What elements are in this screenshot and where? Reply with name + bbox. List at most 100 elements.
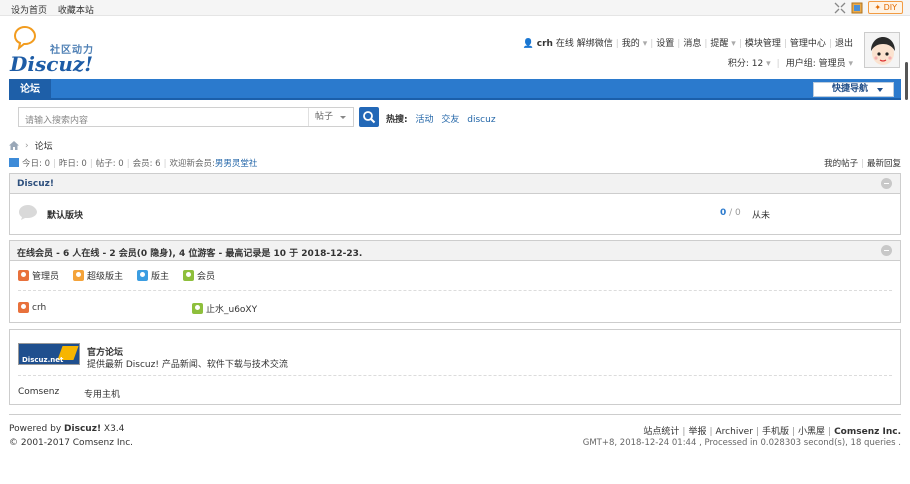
top-left-links: 设为首页 收藏本站 xyxy=(11,3,102,16)
member-user-icon xyxy=(183,270,195,281)
online-user[interactable]: crh xyxy=(18,302,46,313)
unbind-wechat-link[interactable]: 解绑微信 xyxy=(577,39,613,49)
discuz-net-banner[interactable]: Discuz.net xyxy=(18,343,80,365)
legend-item: 管理员 xyxy=(18,269,59,282)
legend-label: 管理员 xyxy=(32,272,60,282)
admin-center-link[interactable]: 管理中心 xyxy=(790,39,826,49)
page-scrollbar[interactable] xyxy=(903,62,910,102)
bookmark-link[interactable]: 收藏本站 xyxy=(58,6,94,16)
company-link[interactable]: Comsenz Inc. xyxy=(834,427,901,437)
forum-name-link[interactable]: 默认版块 xyxy=(47,208,83,221)
user-group-menu[interactable]: 用户组: 管理员 xyxy=(786,59,846,69)
stat-posts: 帖子: 0 xyxy=(95,159,124,169)
top-right-tools: ✦ DIY xyxy=(834,1,903,14)
quick-nav-button[interactable]: 快捷导航 xyxy=(813,82,894,97)
divider xyxy=(18,290,892,291)
home-icon[interactable] xyxy=(9,141,19,150)
legend-label: 超级版主 xyxy=(87,272,124,282)
processing-info: GMT+8, 2018-12-24 01:44 , Processed in 0… xyxy=(582,438,901,448)
my-posts-link[interactable]: 我的帖子 xyxy=(824,159,858,169)
newest-member-link[interactable]: 男男灵堂社 xyxy=(215,159,258,169)
online-user-name: 止水_u6oXY xyxy=(206,305,258,315)
admin-user-icon xyxy=(18,270,29,281)
copyright: © 2001-2017 Comsenz Inc. xyxy=(9,438,134,448)
user-credits-row: 积分: 12 ▾ | 用户组: 管理员 ▾ xyxy=(727,59,853,69)
main-nav: 论坛 快捷导航 xyxy=(9,79,901,100)
hot-search-link[interactable]: discuz xyxy=(467,115,495,125)
site-logo[interactable]: 社区动力 Discuz! xyxy=(9,25,109,76)
hot-search-link[interactable]: 活动 xyxy=(415,115,433,125)
member-user-icon xyxy=(192,303,203,314)
forum-count-slash: / xyxy=(726,208,736,218)
online-header: 在线会员 - 6 人在线 - 2 会员(0 隐身), 4 位游客 - 最高记录是… xyxy=(10,241,900,261)
online-box: 在线会员 - 6 人在线 - 2 会员(0 隐身), 4 位游客 - 最高记录是… xyxy=(9,240,901,323)
version: X3.4 xyxy=(103,424,125,434)
search-button[interactable] xyxy=(359,107,379,127)
username-link[interactable]: crh xyxy=(537,39,553,49)
user-icon: 👤 xyxy=(522,39,534,49)
avatar-face-icon xyxy=(865,33,899,67)
module-mgmt-link[interactable]: 模块管理 xyxy=(745,39,781,49)
switch-width-icon[interactable] xyxy=(834,2,846,14)
mod-user-icon xyxy=(137,270,149,281)
search-input[interactable]: 请输入搜索内容 xyxy=(25,113,88,126)
avatar[interactable] xyxy=(864,32,900,68)
settings-link[interactable]: 设置 xyxy=(656,39,674,49)
online-user[interactable]: 止水_u6oXY xyxy=(192,302,257,315)
logo-wordmark: Discuz! xyxy=(10,52,94,76)
friend-link-desc: 提供最新 Discuz! 产品新闻、软件下载与技术交流 xyxy=(87,360,288,370)
hot-search-link[interactable]: 交友 xyxy=(441,115,459,125)
footer-link[interactable]: Archiver xyxy=(716,427,753,437)
category-box: Discuz! 默认版块 0 / 0 从未 xyxy=(9,173,901,235)
powered-prefix: Powered by xyxy=(9,424,62,434)
footer-divider xyxy=(9,414,901,415)
footer-link[interactable]: 小黑屋 xyxy=(798,427,825,437)
logout-link[interactable]: 退出 xyxy=(835,39,853,49)
online-status[interactable]: 在线 xyxy=(556,39,574,49)
category-header: Discuz! xyxy=(10,174,900,194)
breadcrumb: › 论坛 xyxy=(9,139,53,152)
user-menu: 👤 crh 在线 解绑微信 | 我的 ▾ | 设置 | 消息 | 提醒 ▾ | 模块管理 | 管理中心 |… xyxy=(522,39,853,49)
diy-button[interactable]: ✦ DIY xyxy=(868,1,903,14)
legend-label: 会员 xyxy=(197,272,216,282)
text-link[interactable]: Comsenz xyxy=(18,387,59,397)
breadcrumb-current[interactable]: 论坛 xyxy=(35,139,53,152)
admin-user-icon xyxy=(18,302,29,313)
hot-label: 热搜: xyxy=(386,115,408,125)
footer-link[interactable]: 手机版 xyxy=(762,427,789,437)
welcome-label: 欢迎新会员: xyxy=(169,159,215,169)
top-bar: 设为首页 收藏本站 ✦ DIY xyxy=(0,0,910,16)
banner-text: Discuz.net xyxy=(22,356,64,364)
style-switch-icon[interactable] xyxy=(851,2,863,14)
footer-link[interactable]: 举报 xyxy=(688,427,706,437)
footer-link[interactable]: 站点统计 xyxy=(643,427,679,437)
search-box: 请输入搜索内容 帖子 xyxy=(18,107,354,127)
mine-menu[interactable]: 我的 xyxy=(622,39,640,49)
credits-menu[interactable]: 积分: 12 xyxy=(728,59,763,69)
powered-link[interactable]: Discuz! xyxy=(64,424,101,434)
diy-label: DIY xyxy=(883,3,897,12)
legend-item: 版主 xyxy=(137,269,169,282)
collapse-icon[interactable] xyxy=(881,178,892,189)
search-icon xyxy=(363,111,376,124)
right-links: 我的帖子 | 最新回复 xyxy=(824,159,901,169)
hot-searches: 热搜: 活动 交友 discuz xyxy=(386,112,496,125)
search-type-select[interactable]: 帖子 xyxy=(308,108,353,126)
friend-links-box: Discuz.net 官方论坛 提供最新 Discuz! 产品新闻、软件下载与技… xyxy=(9,329,901,405)
forum-stats: 今日: 0 | 昨日: 0 | 帖子: 0 | 会员: 6 | 欢迎新会员:男男灵堂社 xyxy=(9,157,257,169)
latest-replies-link[interactable]: 最新回复 xyxy=(867,159,901,169)
category-title[interactable]: Discuz! xyxy=(17,179,54,189)
reminders-link[interactable]: 提醒 xyxy=(710,39,728,49)
text-link[interactable]: 专用主机 xyxy=(84,387,120,400)
stat-members: 会员: 6 xyxy=(132,159,161,169)
set-home-link[interactable]: 设为首页 xyxy=(11,6,47,16)
messages-link[interactable]: 消息 xyxy=(683,39,701,49)
online-title[interactable]: 在线会员 - 6 人在线 - 2 会员(0 隐身), 4 位游客 - 最高记录是… xyxy=(17,246,362,259)
legend-item: 超级版主 xyxy=(73,269,123,282)
collapse-icon[interactable] xyxy=(881,245,892,256)
forum-counts: 0 / 0 xyxy=(720,208,741,218)
nav-forum-tab[interactable]: 论坛 xyxy=(9,79,51,100)
forum-bubble-icon xyxy=(19,205,37,220)
forum-posts: 0 xyxy=(735,208,741,218)
online-legend: 管理员 超级版主 版主 会员 xyxy=(18,269,215,282)
